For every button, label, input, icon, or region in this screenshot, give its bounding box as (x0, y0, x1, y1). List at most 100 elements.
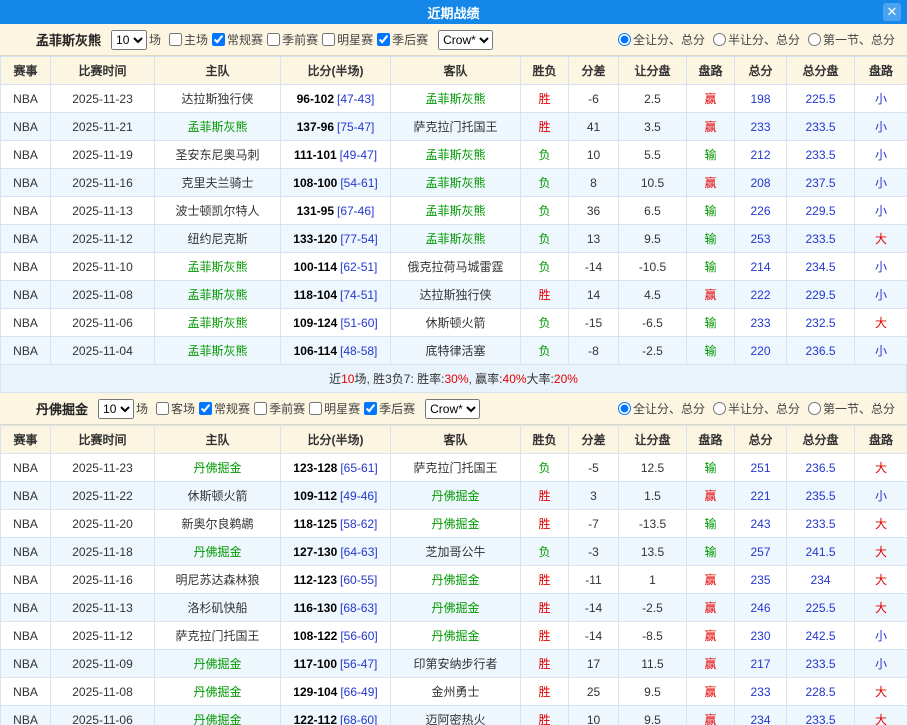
half-time-score: [49-47] (340, 148, 377, 162)
total-line-cell: 233.5 (787, 510, 855, 538)
summary-text: 40% (503, 372, 527, 386)
over-under-cell: 小 (855, 197, 907, 225)
half-time-score: [77-54] (340, 232, 377, 246)
bookmaker-select[interactable]: Crow* (425, 399, 480, 419)
odds-mode-radio[interactable]: 全让分、总分 (614, 400, 705, 417)
filter-checkbox[interactable]: 客场 (152, 400, 195, 417)
odds-mode-radio-label: 全让分、总分 (633, 31, 705, 48)
game-row: NBA2025-11-12纽约尼克斯133-120[77-54]孟菲斯灰熊负13… (1, 225, 907, 253)
point-diff-cell: 36 (569, 197, 619, 225)
handicap-line-cell: 4.5 (619, 281, 687, 309)
handicap-line-cell: 12.5 (619, 454, 687, 482)
handicap-result-cell: 赢 (687, 169, 735, 197)
odds-mode-radio-label: 半让分、总分 (728, 400, 800, 417)
home-team-cell: 波士顿凯尔特人 (155, 197, 281, 225)
league-cell: NBA (1, 253, 51, 281)
odds-mode-radio-label: 半让分、总分 (728, 31, 800, 48)
over-under-cell: 大 (855, 566, 907, 594)
odds-mode-radio-group: 全让分、总分 半让分、总分第一节、总分 (614, 400, 895, 417)
team-name-label: 孟菲斯灰熊 (36, 30, 101, 49)
handicap-line-cell: 13.5 (619, 538, 687, 566)
handicap-result-cell: 赢 (687, 622, 735, 650)
odds-mode-radio[interactable]: 第一节、总分 (804, 400, 895, 417)
result-cell: 胜 (521, 706, 569, 725)
filter-checkbox[interactable]: 明星赛 (305, 400, 360, 417)
date-cell: 2025-11-06 (51, 706, 155, 725)
filter-checkbox[interactable]: 季后赛 (373, 31, 428, 48)
filter-checkbox[interactable]: 季前赛 (250, 400, 305, 417)
home-team-cell: 明尼苏达森林狼 (155, 566, 281, 594)
handicap-result-cell: 赢 (687, 281, 735, 309)
point-diff-cell: -14 (569, 253, 619, 281)
filter-checkbox-input[interactable] (169, 33, 182, 46)
point-diff-cell: 10 (569, 141, 619, 169)
filter-checkbox[interactable]: 主场 (165, 31, 208, 48)
date-cell: 2025-11-06 (51, 309, 155, 337)
summary-text: 10 (341, 372, 354, 386)
filter-checkbox[interactable]: 常规赛 (195, 400, 250, 417)
games-count-select[interactable]: 10 (98, 399, 134, 419)
game-row: NBA2025-11-18丹佛掘金127-130[64-63]芝加哥公牛负-31… (1, 538, 907, 566)
odds-mode-radio[interactable]: 全让分、总分 (614, 31, 705, 48)
score-cell: 117-100[56-47] (281, 650, 391, 678)
away-team-cell: 达拉斯独行侠 (391, 281, 521, 309)
point-diff-cell: 14 (569, 281, 619, 309)
filter-checkbox[interactable]: 明星赛 (318, 31, 373, 48)
close-icon[interactable]: ✕ (883, 3, 901, 21)
odds-mode-radio-input[interactable] (618, 33, 631, 46)
odds-mode-radio[interactable]: 半让分、总分 (709, 400, 800, 417)
point-diff-cell: -15 (569, 309, 619, 337)
handicap-result-cell: 输 (687, 510, 735, 538)
result-cell: 负 (521, 197, 569, 225)
game-row: NBA2025-11-10孟菲斯灰熊100-114[62-51]俄克拉荷马城雷霆… (1, 253, 907, 281)
filter-checkbox-input[interactable] (267, 33, 280, 46)
home-team-cell: 丹佛掘金 (155, 454, 281, 482)
filter-checkbox[interactable]: 季后赛 (360, 400, 415, 417)
league-cell: NBA (1, 706, 51, 725)
bookmaker-select[interactable]: Crow* (438, 30, 493, 50)
odds-mode-radio[interactable]: 第一节、总分 (804, 31, 895, 48)
half-time-score: [56-47] (340, 657, 377, 671)
odds-mode-radio-input[interactable] (713, 33, 726, 46)
filter-checkbox-input[interactable] (309, 402, 322, 415)
filter-checkbox-input[interactable] (156, 402, 169, 415)
filter-checkbox-input[interactable] (322, 33, 335, 46)
date-cell: 2025-11-09 (51, 650, 155, 678)
total-points-cell: 246 (735, 594, 787, 622)
odds-mode-radio-input[interactable] (713, 402, 726, 415)
score-cell: 108-122[56-60] (281, 622, 391, 650)
filter-checkbox[interactable]: 常规赛 (208, 31, 263, 48)
games-count-select[interactable]: 10 (111, 30, 147, 50)
filter-checkbox[interactable]: 季前赛 (263, 31, 318, 48)
result-cell: 胜 (521, 85, 569, 113)
score-cell: 118-125[58-62] (281, 510, 391, 538)
odds-mode-radio-input[interactable] (808, 402, 821, 415)
total-points-cell: 234 (735, 706, 787, 725)
filter-checkbox-input[interactable] (364, 402, 377, 415)
filter-checkbox-input[interactable] (254, 402, 267, 415)
league-cell: NBA (1, 650, 51, 678)
over-under-cell: 小 (855, 85, 907, 113)
filter-checkbox-input[interactable] (377, 33, 390, 46)
handicap-result-cell: 输 (687, 309, 735, 337)
result-cell: 负 (521, 538, 569, 566)
odds-mode-radio[interactable]: 半让分、总分 (709, 31, 800, 48)
odds-mode-radio-input[interactable] (808, 33, 821, 46)
handicap-result-cell: 赢 (687, 650, 735, 678)
total-points-cell: 251 (735, 454, 787, 482)
handicap-line-cell: 9.5 (619, 678, 687, 706)
total-line-cell: 225.5 (787, 594, 855, 622)
league-cell: NBA (1, 678, 51, 706)
total-line-cell: 233.5 (787, 225, 855, 253)
column-header: 胜负 (521, 57, 569, 85)
odds-mode-radio-input[interactable] (618, 402, 631, 415)
handicap-line-cell: 3.5 (619, 113, 687, 141)
score-cell: 96-102[47-43] (281, 85, 391, 113)
score-cell: 100-114[62-51] (281, 253, 391, 281)
date-cell: 2025-11-19 (51, 141, 155, 169)
date-cell: 2025-11-08 (51, 281, 155, 309)
games-unit-label: 场 (136, 400, 148, 417)
filter-checkbox-input[interactable] (199, 402, 212, 415)
filter-checkbox-input[interactable] (212, 33, 225, 46)
filter-checkbox-group: 客场常规赛季前赛明星赛季后赛 (152, 400, 415, 417)
